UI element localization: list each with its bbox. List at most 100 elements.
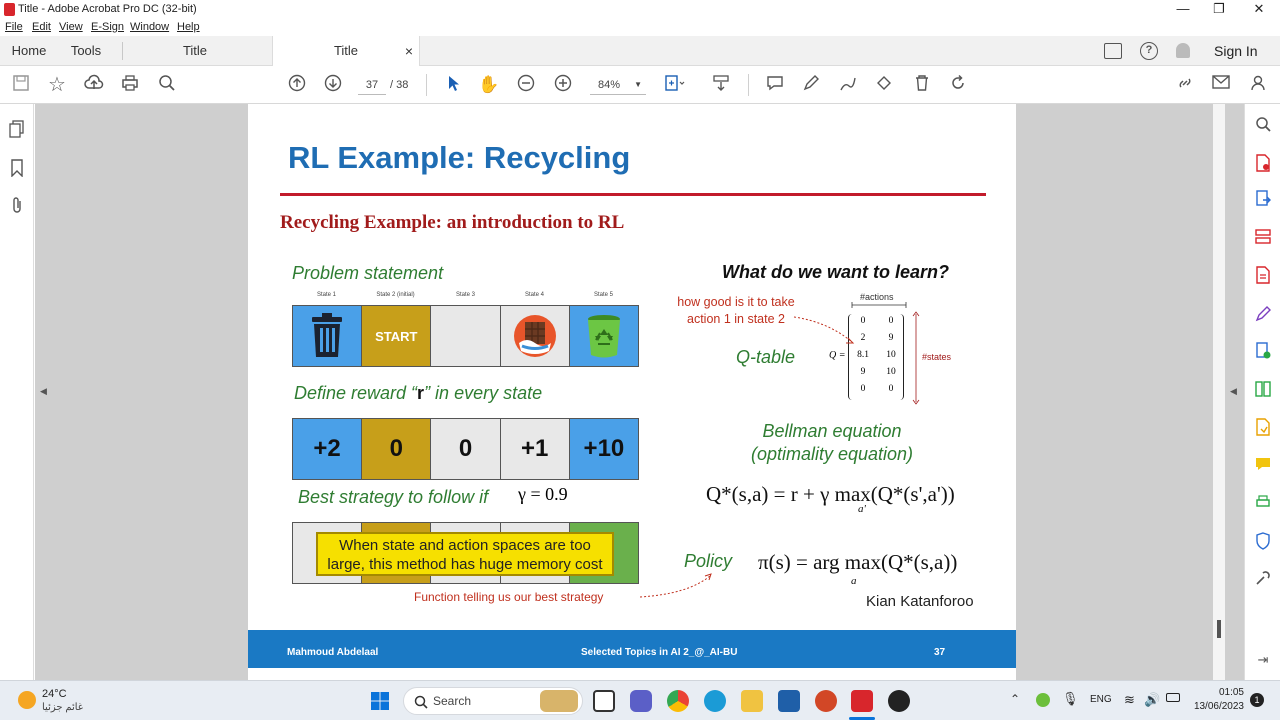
export-file-icon[interactable] (1254, 418, 1272, 436)
tray-overflow-icon[interactable]: ⌃ (1010, 692, 1020, 706)
pages-icon[interactable] (8, 120, 26, 138)
scrollbar-thumb[interactable] (1217, 620, 1221, 638)
next-page-icon[interactable] (322, 74, 344, 96)
scrollbar-track[interactable] (1213, 104, 1225, 680)
bellman-label: Bellman equation (optimality equation) (728, 420, 936, 466)
tray-app-icon[interactable] (1036, 693, 1050, 707)
tab-home[interactable]: Home (0, 36, 58, 66)
close-window-button[interactable]: ✕ (1244, 1, 1274, 17)
acrobat-taskbar-icon[interactable] (851, 690, 873, 712)
compare-files-icon[interactable] (1254, 380, 1272, 398)
obs-icon[interactable] (888, 690, 910, 712)
save-icon[interactable] (10, 74, 32, 96)
zoom-out-icon[interactable] (515, 74, 537, 96)
zoom-value: 84% (598, 79, 621, 91)
maximize-button[interactable]: ❐ (1204, 1, 1234, 17)
star-icon[interactable]: ☆ (46, 74, 68, 96)
page-total: / 38 (390, 79, 409, 91)
windows-start-icon[interactable] (370, 691, 390, 711)
file-explorer-icon[interactable] (741, 690, 763, 712)
protect-icon[interactable] (1254, 532, 1272, 550)
help-icon[interactable]: ? (1140, 42, 1158, 60)
chevron-down-icon: ▼ (634, 80, 642, 89)
edit-pdf-icon[interactable] (1254, 266, 1272, 284)
menu-esign[interactable]: E-Sign (91, 21, 124, 33)
menu-edit[interactable]: Edit (32, 21, 51, 33)
organize-pages-icon[interactable] (1254, 228, 1272, 246)
powerpoint-icon[interactable] (815, 690, 837, 712)
attachment-icon[interactable] (8, 196, 26, 214)
notification-bell-icon[interactable] (1176, 43, 1190, 58)
footer-author: Mahmoud Abdelaal (287, 647, 379, 658)
tab-document-1[interactable]: Title (125, 36, 265, 66)
page-number-input[interactable]: 37 (358, 75, 386, 95)
weather-temperature[interactable]: 24°C (42, 688, 67, 700)
email-icon[interactable] (1210, 74, 1232, 96)
taskbar-search-box[interactable]: Search (403, 687, 583, 715)
close-tab-icon[interactable]: × (405, 36, 413, 66)
weather-icon (18, 691, 36, 709)
tab-bar: Home Tools Title Title × ? Sign In (0, 36, 1280, 66)
link-icon[interactable] (1174, 74, 1196, 96)
more-tools-icon[interactable] (1254, 570, 1272, 588)
share-screen-icon[interactable] (1104, 43, 1122, 59)
menu-file[interactable]: File (5, 21, 23, 33)
clock-time[interactable]: 01:05 (1212, 687, 1244, 698)
zoom-select[interactable]: 84% ▼ (590, 75, 646, 95)
sign-in-button[interactable]: Sign In (1214, 43, 1258, 59)
comment-tool-icon[interactable] (1254, 456, 1272, 474)
draw-icon[interactable] (837, 74, 859, 96)
slide-footer: Mahmoud Abdelaal Selected Topics in AI 2… (248, 630, 1016, 668)
print-production-icon[interactable] (1254, 494, 1272, 512)
comment-icon[interactable] (764, 74, 786, 96)
menu-help[interactable]: Help (177, 21, 200, 33)
menu-view[interactable]: View (59, 21, 83, 33)
scroll-mode-icon[interactable] (710, 74, 732, 96)
clock-date[interactable]: 13/06/2023 (1188, 701, 1244, 712)
select-cursor-icon[interactable] (442, 74, 464, 96)
menu-window[interactable]: Window (130, 21, 169, 33)
print-icon[interactable] (119, 74, 141, 96)
store-icon[interactable] (778, 690, 800, 712)
fit-page-icon[interactable] (664, 74, 686, 96)
policy-formula: π(s) = arg max(Q*(s,a)) (758, 550, 958, 574)
export-pdf-icon[interactable] (1254, 190, 1272, 208)
search-placeholder: Search (433, 694, 472, 708)
delete-icon[interactable] (911, 74, 933, 96)
fill-sign-icon[interactable] (1254, 304, 1272, 322)
notification-badge[interactable]: 1 (1250, 693, 1264, 707)
tab-divider (122, 42, 123, 60)
right-collapse-icon[interactable]: ◀ (1230, 386, 1237, 397)
stamp-icon[interactable] (873, 74, 895, 96)
send-for-review-icon[interactable] (1254, 342, 1272, 360)
previous-page-icon[interactable] (286, 74, 308, 96)
teams-chat-icon[interactable] (630, 690, 652, 712)
hand-tool-icon[interactable]: ✋ (478, 74, 500, 96)
create-pdf-icon[interactable] (1254, 154, 1272, 172)
tab-document-2[interactable]: Title × (272, 36, 420, 66)
acrobat-icon (4, 3, 15, 16)
battery-icon[interactable] (1166, 693, 1180, 702)
minimize-button[interactable]: — (1168, 1, 1198, 16)
menu-bar: File Edit View E-Sign Window Help (0, 20, 1280, 36)
footer-course: Selected Topics in AI 2_@_AI-BU (581, 647, 738, 658)
find-icon[interactable] (156, 74, 178, 96)
wifi-icon[interactable]: ≋ (1124, 692, 1135, 708)
language-indicator[interactable]: ENG (1090, 694, 1112, 705)
search-tool-icon[interactable] (1254, 116, 1272, 134)
task-view-icon[interactable] (593, 690, 615, 712)
bellman-line-2: (optimality equation) (750, 444, 914, 464)
user-add-icon[interactable] (1248, 74, 1270, 96)
edge-icon[interactable] (704, 690, 726, 712)
tab-tools[interactable]: Tools (58, 36, 114, 66)
bookmark-icon[interactable] (8, 159, 26, 178)
collapse-panel-icon[interactable]: ⇥ (1254, 652, 1272, 670)
volume-icon[interactable]: 🔊 (1144, 692, 1160, 708)
left-collapse-icon[interactable]: ◀ (40, 386, 47, 397)
chrome-icon[interactable] (667, 690, 689, 712)
microphone-icon[interactable]: 🎙 (1062, 691, 1079, 707)
upload-cloud-icon[interactable] (83, 74, 105, 96)
zoom-in-icon[interactable] (552, 74, 574, 96)
highlight-pen-icon[interactable] (800, 74, 822, 96)
rotate-icon[interactable] (947, 74, 969, 96)
